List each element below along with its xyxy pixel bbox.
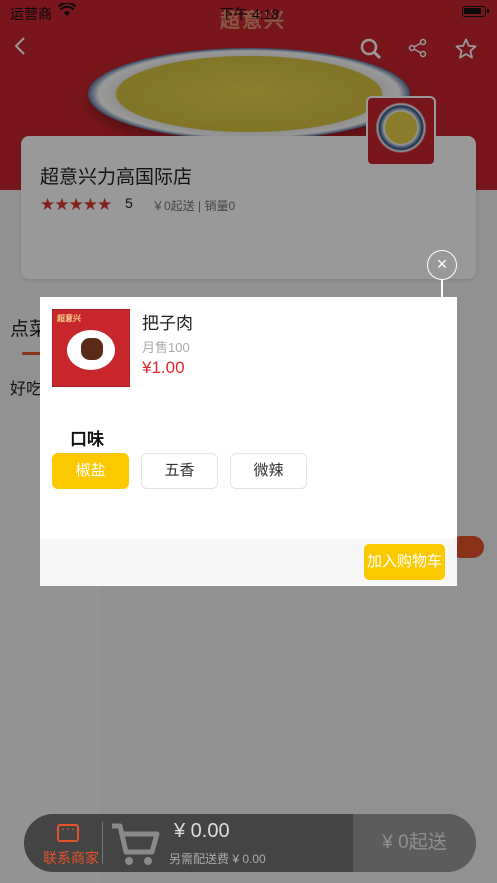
spec-option-salt-pepper[interactable]: 椒盐	[52, 453, 129, 489]
spec-title: 口味	[70, 430, 104, 449]
close-connector	[441, 280, 443, 297]
delivery-fee-text: 另需配送费 ¥ 0.00	[169, 852, 266, 866]
cart-divider	[102, 822, 103, 864]
item-image: 超意兴	[52, 309, 130, 387]
item-image-logo: 超意兴	[57, 314, 81, 323]
spec-option-mild-spicy[interactable]: 微辣	[230, 453, 307, 489]
close-popup-button[interactable]: ×	[427, 250, 457, 280]
min-order-button[interactable]: ¥ 0起送	[353, 814, 476, 872]
spec-option-five-spice[interactable]: 五香	[141, 453, 218, 489]
spec-select-popup: 超意兴 把子肉 月售100 ¥1.00 口味 椒盐 五香 微辣 加入购物车	[40, 297, 457, 586]
contact-merchant-label: 联系商家	[43, 850, 99, 866]
item-price: ¥1.00	[142, 358, 185, 377]
contact-merchant-button[interactable]: 联系商家	[24, 814, 104, 872]
chat-icon	[57, 820, 79, 842]
item-name: 把子肉	[142, 314, 193, 333]
cart-bar: 联系商家 ¥ 0.00 另需配送费 ¥ 0.00 ¥ 0起送	[24, 814, 476, 872]
item-monthly-sales: 月售100	[142, 340, 190, 355]
add-to-cart-button[interactable]: 加入购物车	[364, 544, 445, 580]
cart-total-price: ¥ 0.00	[174, 820, 230, 842]
item-food	[81, 338, 103, 360]
shopping-cart-icon[interactable]	[110, 822, 160, 868]
